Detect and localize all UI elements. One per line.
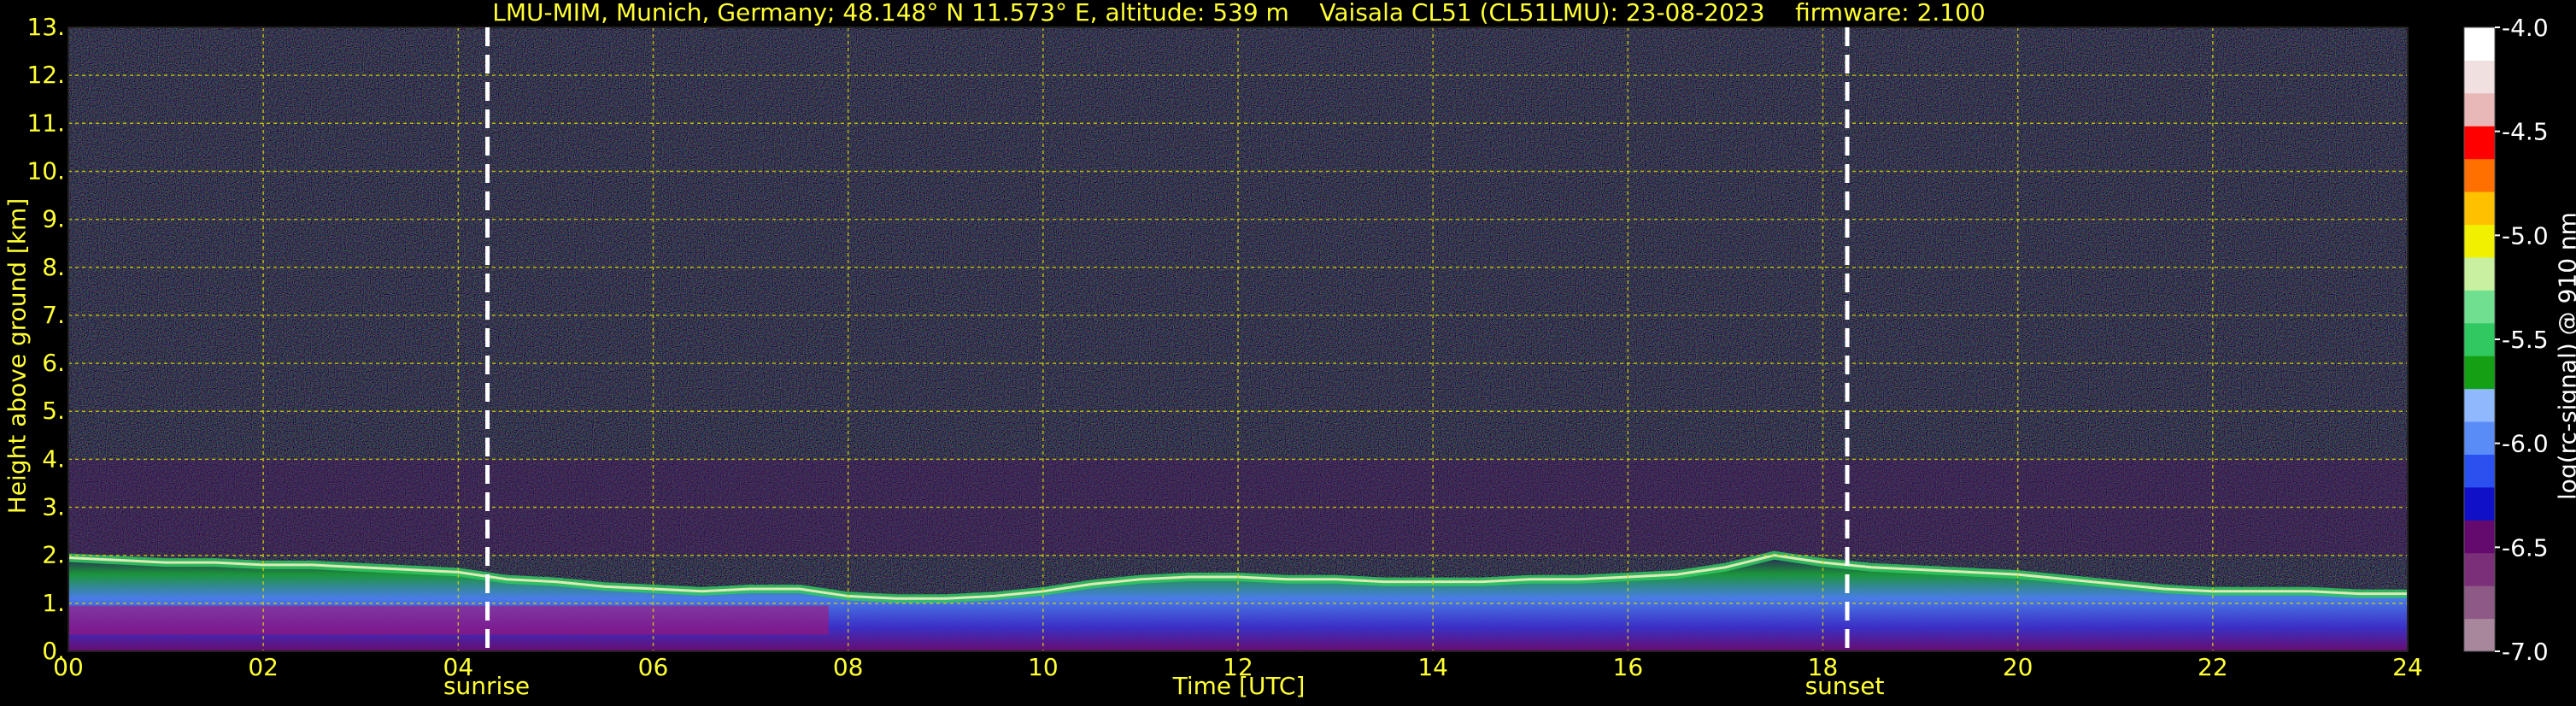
ceilometer-chart: LMU-MIM, Munich, Germany; 48.148° N 11.5…	[0, 0, 2576, 706]
colorbar-segment	[2464, 290, 2495, 324]
colorbar-tick-label: -4.5	[2502, 118, 2549, 146]
colorbar-segment	[2464, 421, 2495, 455]
y-tick-label: 3.	[42, 493, 65, 521]
colorbar-segment	[2464, 356, 2495, 390]
y-tick-label: 8.	[42, 253, 65, 281]
y-tick-label: 11.	[26, 109, 65, 137]
y-tick-label: 13.	[26, 13, 65, 41]
signal-noise-texture	[68, 27, 2408, 651]
y-tick-label: 0.	[42, 637, 65, 665]
colorbar-segment	[2464, 618, 2495, 652]
colorbar-segment	[2464, 224, 2495, 258]
colorbar-segment	[2464, 191, 2495, 226]
colorbar-tick-label: -5.5	[2502, 326, 2549, 354]
colorbar-tick-label: -6.5	[2502, 533, 2549, 562]
y-tick-label: 2.	[42, 541, 65, 569]
colorbar-segment	[2464, 27, 2495, 61]
colorbar-label: log(rc-signal) @ 910 nm	[2553, 212, 2576, 500]
colorbar-segment	[2464, 256, 2495, 291]
colorbar-tick-label: -5.0	[2502, 221, 2549, 250]
x-tick-label: 08	[833, 653, 864, 681]
x-tick-label: 16	[1613, 653, 1644, 681]
x-tick-label: 24	[2392, 653, 2423, 681]
y-tick-label: 5.	[42, 397, 65, 425]
y-axis-label: Height above ground [km]	[3, 197, 32, 515]
sunset-label: sunset	[1804, 672, 1885, 700]
x-tick-label: 02	[248, 653, 279, 681]
colorbar-segment	[2464, 520, 2495, 554]
colorbar-segment	[2464, 454, 2495, 488]
x-tick-label: 14	[1417, 653, 1448, 681]
x-tick-label: 10	[1028, 653, 1059, 681]
x-tick-label: 20	[2003, 653, 2033, 681]
colorbar-segment	[2464, 92, 2495, 126]
y-tick-label: 9.	[42, 205, 65, 233]
y-tick-label: 12.	[26, 61, 65, 89]
colorbar-segment	[2464, 486, 2495, 521]
colorbar-segment	[2464, 585, 2495, 620]
x-tick-label: 22	[2198, 653, 2228, 681]
near-surface-aerosol	[68, 605, 829, 635]
colorbar-segment	[2464, 552, 2495, 586]
colorbar-segment	[2464, 388, 2495, 422]
x-tick-label: 06	[638, 653, 669, 681]
x-axis-label: Time [UTC]	[1172, 672, 1306, 700]
colorbar-segment	[2464, 60, 2495, 94]
colorbar-tick-label: -7.0	[2502, 638, 2549, 666]
colorbar-tick-label: -6.0	[2502, 430, 2549, 458]
y-tick-label: 4.	[42, 444, 65, 473]
sunrise-label: sunrise	[443, 672, 531, 700]
y-tick-label: 7.	[42, 301, 65, 329]
colorbar-segment	[2464, 322, 2495, 356]
colorbar-tick-label: -4.0	[2502, 14, 2549, 42]
y-tick-label: 10.	[26, 156, 65, 185]
plot-svg: 00 02 04 06 08 10 12 14 16 18 20 22 240.1.2.3.4.5.6.…	[26, 13, 2549, 681]
y-tick-label: 6.	[42, 349, 65, 377]
colorbar-segment	[2464, 158, 2495, 192]
y-tick-label: 1.	[42, 589, 65, 617]
colorbar-segment	[2464, 126, 2495, 160]
